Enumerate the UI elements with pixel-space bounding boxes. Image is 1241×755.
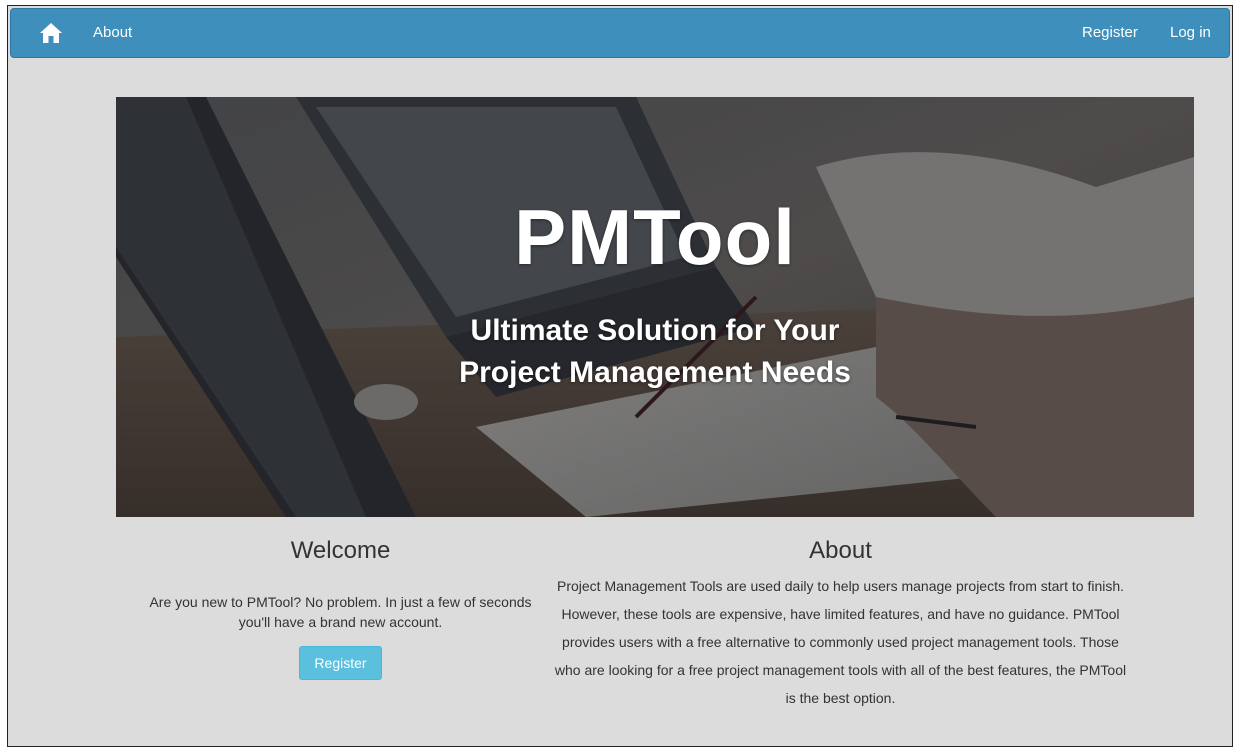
hero-title: PMTool xyxy=(514,193,796,281)
nav-login-link[interactable]: Log in xyxy=(1170,24,1211,41)
welcome-section: Welcome Are you new to PMTool? No proble… xyxy=(148,534,533,680)
about-heading: About xyxy=(809,537,872,564)
register-button[interactable]: Register xyxy=(299,646,382,680)
nav-register-link[interactable]: Register xyxy=(1082,24,1138,41)
page-frame: About Register Log in PMTool Ultimate So… xyxy=(7,5,1233,747)
about-text: Project Management Tools are used daily … xyxy=(554,578,1127,706)
welcome-text: Are you new to PMTool? No problem. In ju… xyxy=(149,594,532,630)
welcome-heading: Welcome xyxy=(290,537,391,564)
home-icon[interactable] xyxy=(39,22,63,44)
about-section: About Project Management Tools are used … xyxy=(548,534,1133,712)
hero-subtitle-line1: Ultimate Solution for Your xyxy=(470,314,840,347)
top-navbar: About Register Log in xyxy=(10,8,1230,58)
hero-subtitle: Ultimate Solution for Your Project Manag… xyxy=(116,310,1194,394)
nav-about-link[interactable]: About xyxy=(93,24,132,41)
hero-background-image xyxy=(116,97,1194,517)
hero-banner: PMTool Ultimate Solution for Your Projec… xyxy=(116,97,1194,517)
hero-subtitle-line2: Project Management Needs xyxy=(459,356,851,389)
